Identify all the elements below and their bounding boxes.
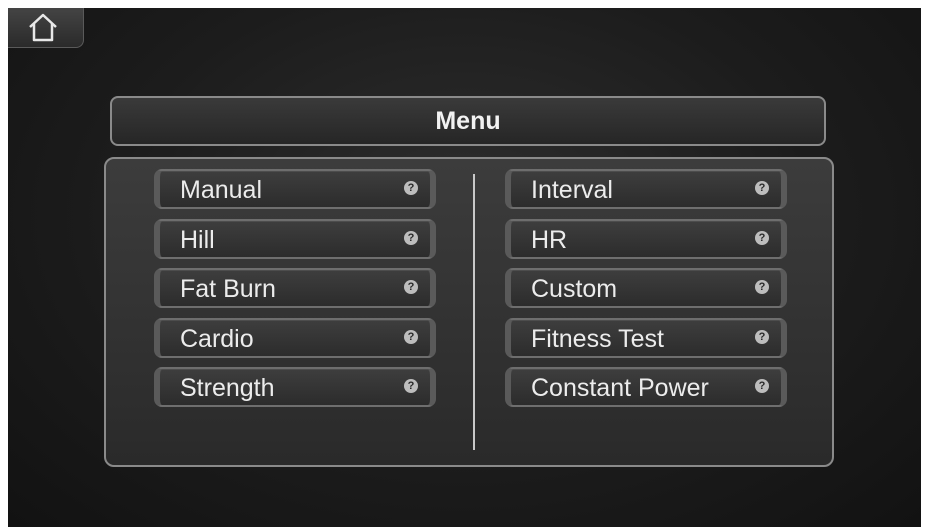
help-icon[interactable]: ?: [404, 230, 418, 245]
menu-column-left: Manual ? Hill ? Fat Burn ? Cardio ? Stre…: [154, 169, 436, 417]
menu-item-hill[interactable]: Hill ?: [154, 218, 436, 259]
menu-column-right: Interval ? HR ? Custom ? Fitness Test ? …: [505, 169, 787, 417]
help-icon[interactable]: ?: [404, 280, 418, 294]
menu-item-label: Fat Burn: [180, 275, 276, 303]
home-icon: [29, 13, 57, 42]
page-title: Menu: [435, 106, 501, 135]
menu-item-label: Manual: [180, 176, 262, 204]
menu-item-label: Fitness Test: [531, 324, 664, 353]
help-icon[interactable]: ?: [404, 329, 418, 344]
column-divider: [473, 174, 475, 450]
help-icon[interactable]: ?: [404, 379, 418, 393]
menu-item-constant-power[interactable]: Constant Power ?: [505, 367, 787, 407]
menu-item-label: Interval: [531, 176, 613, 204]
menu-item-fitness-test[interactable]: Fitness Test ?: [505, 317, 787, 358]
menu-title-bar: Menu: [110, 96, 826, 146]
help-icon[interactable]: ?: [755, 329, 769, 344]
menu-item-custom[interactable]: Custom ?: [505, 268, 787, 308]
menu-item-label: HR: [531, 225, 568, 254]
help-icon[interactable]: ?: [755, 379, 769, 393]
help-icon[interactable]: ?: [404, 181, 418, 195]
help-icon[interactable]: ?: [755, 181, 769, 195]
help-icon[interactable]: ?: [755, 230, 769, 245]
menu-item-label: Strength: [180, 374, 275, 402]
menu-item-label: Custom: [531, 275, 618, 303]
menu-item-interval[interactable]: Interval ?: [505, 169, 787, 209]
menu-item-cardio[interactable]: Cardio ?: [154, 317, 436, 358]
menu-item-label: Hill: [180, 225, 215, 254]
menu-item-manual[interactable]: Manual ?: [154, 169, 436, 209]
menu-item-label: Cardio: [180, 324, 254, 353]
home-button[interactable]: [8, 8, 84, 48]
menu-item-fat-burn[interactable]: Fat Burn ?: [154, 268, 436, 308]
menu-item-label: Constant Power: [531, 374, 709, 402]
menu-item-hr[interactable]: HR ?: [505, 218, 787, 259]
help-icon[interactable]: ?: [755, 280, 769, 294]
menu-item-strength[interactable]: Strength ?: [154, 367, 436, 407]
